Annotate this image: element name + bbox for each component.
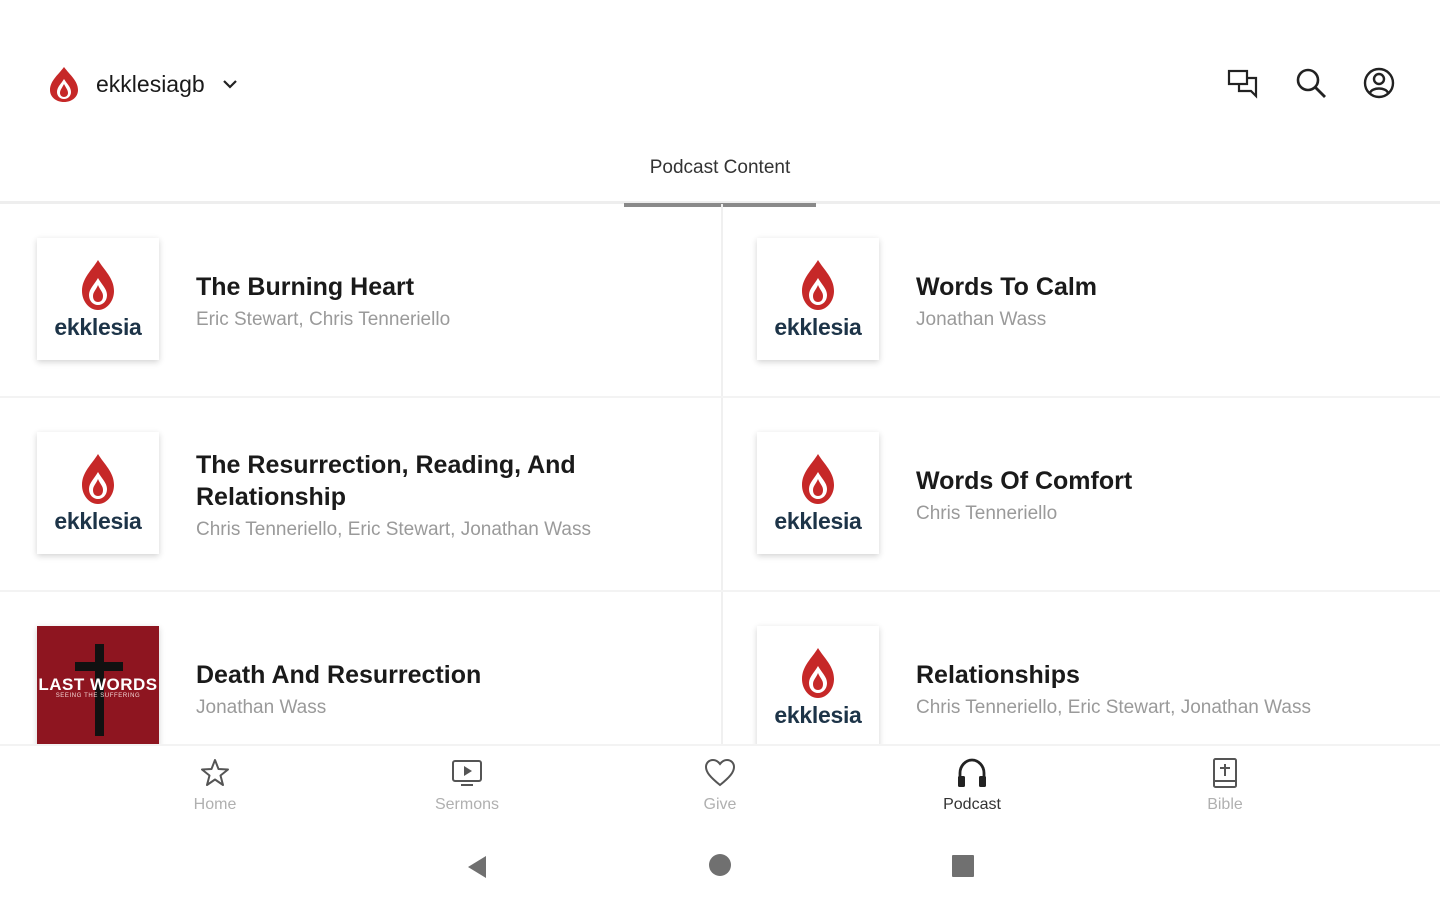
thumbnail-logo-text: ekklesia [774, 313, 862, 340]
podcast-thumbnail: ekklesia [757, 238, 879, 360]
flame-logo-icon [802, 259, 834, 310]
podcast-item[interactable]: LAST WORDS SEEING THE SUFFERING Death An… [0, 592, 720, 744]
account-icon [1363, 67, 1395, 99]
podcast-title: Death And Resurrection [196, 661, 482, 689]
search-icon [1296, 68, 1326, 98]
nav-label: Bible [1207, 796, 1243, 813]
recents-square-icon [952, 855, 974, 877]
back-triangle-icon [468, 856, 486, 878]
chevron-down-icon [222, 80, 237, 89]
nav-sermons[interactable]: Sermons [397, 756, 537, 814]
thumbnail-logo-text: ekklesia [54, 313, 142, 340]
podcast-item[interactable]: ekklesia Words To Calm Jonathan Wass [720, 204, 1440, 398]
flame-logo-icon [802, 453, 834, 504]
thumbnail-series-subtitle: SEEING THE SUFFERING [55, 693, 141, 699]
thumbnail-logo-text: ekklesia [774, 507, 862, 534]
podcast-thumbnail: ekklesia [757, 626, 879, 744]
headphones-icon [958, 758, 986, 787]
flame-logo-icon [82, 453, 114, 504]
thumbnail-series-title: LAST WORDS [38, 675, 158, 694]
system-navigation-bar [0, 832, 1440, 900]
podcast-thumbnail: ekklesia [37, 238, 159, 360]
thumbnail-logo-text: ekklesia [774, 701, 862, 728]
bible-icon [1213, 758, 1237, 788]
system-home-button[interactable] [703, 850, 737, 884]
church-switcher[interactable]: ekklesiagb [44, 64, 239, 104]
flame-logo-icon [82, 259, 114, 310]
podcast-item[interactable]: ekklesia The Resurrection, Reading, And … [0, 398, 720, 592]
search-button[interactable] [1292, 64, 1330, 102]
podcast-thumbnail: ekklesia [37, 432, 159, 554]
podcast-thumbnail: ekklesia [757, 432, 879, 554]
chat-icon [1227, 69, 1258, 99]
podcast-authors: Jonathan Wass [196, 697, 327, 718]
tab-bar: Podcast Content [0, 140, 1440, 207]
podcast-title: Relationships [916, 661, 1080, 689]
flame-logo-icon [802, 647, 834, 698]
podcast-title: The Resurrection, Reading, And Relations… [196, 451, 576, 511]
heart-icon [704, 758, 736, 787]
podcast-item[interactable]: ekklesia Words Of Comfort Chris Tennerie… [720, 398, 1440, 592]
nav-give[interactable]: Give [650, 756, 790, 814]
nav-label: Give [703, 796, 737, 813]
nav-label: Podcast [943, 796, 1001, 813]
bottom-navigation: Home Sermons Give Podcast Bible [0, 744, 1440, 832]
podcast-thumbnail: LAST WORDS SEEING THE SUFFERING [37, 626, 159, 744]
nav-podcast[interactable]: Podcast [902, 756, 1042, 814]
podcast-title: The Burning Heart [196, 273, 415, 301]
podcast-title: Words To Calm [916, 273, 1098, 301]
nav-label: Sermons [434, 796, 500, 813]
podcast-authors: Eric Stewart, Chris Tenneriello [196, 309, 451, 330]
chat-button[interactable] [1224, 64, 1262, 102]
podcast-item[interactable]: ekklesia Relationships Chris Tenneriello… [720, 592, 1440, 744]
home-circle-icon [709, 854, 731, 876]
podcast-authors: Chris Tenneriello [916, 503, 1058, 524]
cross-graphic-bar [75, 662, 123, 671]
podcast-grid: ekklesia The Burning Heart Eric Stewart,… [0, 204, 1440, 744]
tab-label: Podcast Content [649, 157, 791, 178]
account-button[interactable] [1360, 64, 1398, 102]
tab-podcast-content[interactable]: Podcast Content [624, 140, 816, 207]
star-icon [201, 759, 229, 786]
system-recents-button[interactable] [946, 850, 980, 884]
nav-home[interactable]: Home [145, 756, 285, 814]
video-icon [452, 760, 482, 786]
app-header: ekklesiagb [0, 0, 1440, 140]
flame-logo-icon [50, 67, 78, 102]
system-back-button[interactable] [460, 850, 494, 884]
podcast-authors: Jonathan Wass [916, 309, 1047, 330]
thumbnail-logo-text: ekklesia [54, 507, 142, 534]
podcast-item[interactable]: ekklesia The Burning Heart Eric Stewart,… [0, 204, 720, 398]
church-name: ekklesiagb [96, 70, 205, 97]
podcast-authors: Chris Tenneriello, Eric Stewart, Jonatha… [916, 697, 1311, 718]
nav-bible[interactable]: Bible [1155, 756, 1295, 814]
podcast-authors: Chris Tenneriello, Eric Stewart, Jonatha… [196, 519, 591, 540]
nav-label: Home [193, 796, 237, 813]
podcast-title: Words Of Comfort [916, 467, 1133, 495]
